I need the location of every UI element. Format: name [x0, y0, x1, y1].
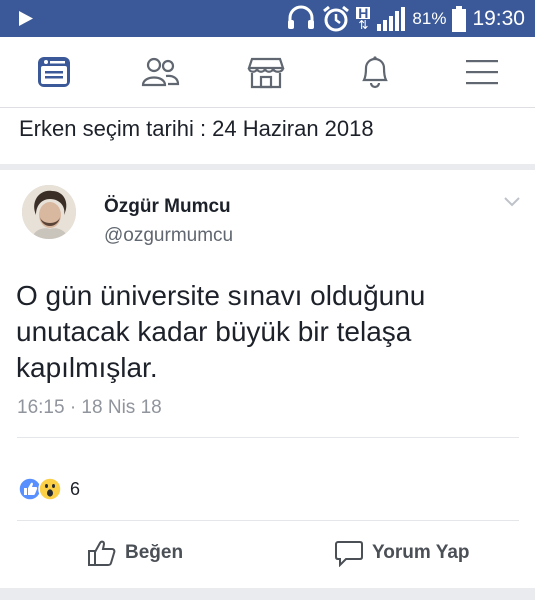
friends-icon [141, 57, 180, 87]
nav-menu[interactable] [452, 49, 512, 95]
avatar[interactable] [22, 185, 76, 239]
network-type-icon: H ⇅ [356, 4, 371, 32]
wow-icon [38, 477, 62, 501]
nav-marketplace[interactable] [236, 49, 296, 95]
network-type-label: H [356, 4, 371, 21]
news-feed-icon [38, 57, 70, 87]
thumbs-up-icon [88, 540, 116, 566]
author-name[interactable]: Özgür Mumcu [104, 196, 231, 218]
nav-news-feed[interactable] [24, 49, 84, 95]
battery-percent: 81% [412, 8, 447, 28]
divider [17, 520, 519, 521]
signal-icon [377, 6, 406, 31]
clock: 19:30 [472, 6, 525, 30]
marketplace-icon [247, 57, 285, 89]
author-handle: @ozgurmumcu [104, 225, 234, 246]
headset-icon [288, 5, 315, 29]
post-text-section: Erken seçim tarihi : 24 Haziran 2018 [0, 108, 535, 166]
chevron-down-icon[interactable] [503, 196, 521, 208]
status-bar: H ⇅ 81% 19:30 [0, 0, 535, 37]
data-arrows-icon: ⇅ [358, 17, 369, 32]
reaction-count: 6 [70, 478, 81, 499]
play-icon [19, 11, 33, 26]
reactions-summary[interactable]: 6 [18, 477, 80, 501]
battery-icon [452, 5, 467, 32]
comment-label: Yorum Yap [372, 542, 470, 563]
bottom-separator [0, 588, 535, 600]
tweet-line: O gün üniversite sınavı olduğunu [16, 280, 426, 311]
divider [17, 437, 519, 438]
nav-notifications[interactable] [345, 49, 405, 95]
avatar-image [22, 185, 76, 239]
like-button[interactable]: Beğen [87, 536, 183, 570]
menu-icon [466, 60, 498, 85]
post-text: Erken seçim tarihi : 24 Haziran 2018 [19, 116, 374, 141]
notifications-icon [362, 56, 388, 89]
top-nav [0, 37, 535, 108]
comment-icon [335, 541, 363, 567]
nav-friends[interactable] [130, 49, 190, 95]
tweet-card[interactable]: Özgür Mumcu @ozgurmumcu O gün üniversite… [0, 170, 535, 588]
tweet-line: kapılmışlar. [16, 352, 158, 383]
status-right: H ⇅ 81% 19:30 [286, 0, 525, 37]
alarm-icon [323, 5, 350, 31]
tweet-line: unutacak kadar büyük bir telaşa [16, 316, 412, 347]
comment-button[interactable]: Yorum Yap [334, 536, 470, 570]
tweet-timestamp: 16:15 · 18 Nis 18 [17, 397, 162, 418]
tweet-text: O gün üniversite sınavı olduğunu unutaca… [16, 278, 516, 386]
like-label: Beğen [125, 542, 184, 563]
